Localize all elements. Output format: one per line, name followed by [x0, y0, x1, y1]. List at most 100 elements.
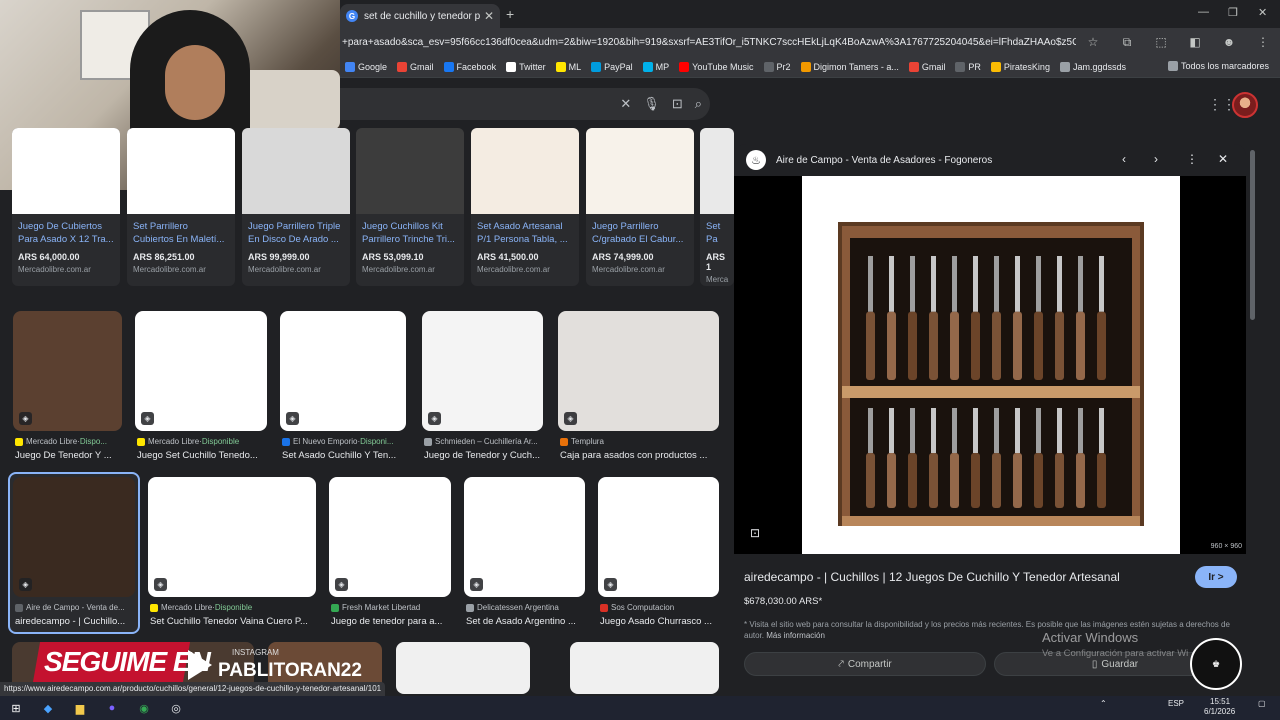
- product-card[interactable]: Set Asado Artesanal P/1 Persona Tabla, .…: [471, 128, 579, 286]
- copilot-icon[interactable]: ◆: [37, 699, 59, 717]
- url-text[interactable]: +para+asado&sca_esv=95f66cc136df0cea&udm…: [340, 37, 1076, 48]
- panel-header: ♨ Aire de Campo - Venta de Asadores - Fo…: [734, 144, 1246, 176]
- source-favicon-icon: [15, 437, 23, 446]
- result-thumbnail[interactable]: ◈: [135, 311, 267, 431]
- notification-icon[interactable]: ▢: [1258, 699, 1266, 708]
- obs-icon[interactable]: ◎: [165, 699, 187, 717]
- result-thumbnail[interactable]: ◈: [558, 311, 719, 431]
- result-thumbnail[interactable]: ◈: [422, 311, 543, 431]
- product-card[interactable]: Set Parrillero Cubiertos En Maletí... ARS…: [127, 128, 235, 286]
- prev-icon[interactable]: ‹: [1122, 152, 1126, 166]
- bookmark-item[interactable]: PR: [955, 61, 981, 72]
- clock-date[interactable]: 6/1/2026: [1204, 707, 1235, 716]
- cutlery-handle: [1076, 453, 1085, 508]
- result-title[interactable]: Juego De Tenedor Y ...: [15, 450, 134, 461]
- result-thumbnail[interactable]: ◈: [329, 477, 451, 597]
- share-button[interactable]: ⤤ Compartir: [744, 652, 986, 676]
- cutlery-blade: [868, 408, 873, 453]
- result-thumbnail[interactable]: ◈: [148, 477, 316, 597]
- new-tab-icon[interactable]: +: [506, 6, 514, 22]
- visit-button[interactable]: Ir >: [1195, 566, 1237, 588]
- bookmark-item[interactable]: Gmail: [908, 61, 945, 72]
- app-icon[interactable]: ●: [101, 699, 123, 717]
- avatar[interactable]: [1232, 92, 1258, 118]
- bookmark-item[interactable]: Google: [345, 61, 387, 72]
- result-thumbnail[interactable]: ◈: [13, 477, 135, 597]
- menu-icon[interactable]: ⋮: [1246, 35, 1280, 49]
- profile-icon[interactable]: ☻: [1212, 35, 1246, 49]
- close-tab-icon[interactable]: ✕: [484, 9, 494, 23]
- result-thumbnail[interactable]: [396, 642, 530, 694]
- result-title[interactable]: Juego de Tenedor y Cuch...: [424, 450, 555, 461]
- product-card[interactable]: Juego Parrillero Triple En Disco De Arad…: [242, 128, 350, 286]
- product-store: Mercadolibre.com.ar: [133, 265, 206, 274]
- maximize-icon[interactable]: ❐: [1228, 6, 1238, 19]
- result-title[interactable]: Set Asado Cuchillo Y Ten...: [282, 450, 418, 461]
- lens-icon[interactable]: ⊡: [672, 96, 683, 112]
- clock-time[interactable]: 15:51: [1210, 697, 1230, 706]
- result-thumbnail[interactable]: ◈: [598, 477, 719, 597]
- start-icon[interactable]: ⊞: [5, 699, 27, 717]
- panel-scrollbar[interactable]: [1250, 150, 1255, 320]
- bookmark-item[interactable]: PiratesKing: [990, 61, 1050, 72]
- streamer-logo-icon: ♚: [1190, 638, 1242, 690]
- extension-icon[interactable]: ◧: [1178, 35, 1212, 49]
- product-image: [586, 128, 694, 214]
- source-name: Mercado Libre: [148, 437, 200, 446]
- product-card[interactable]: Juego Parrillero C/grabado El Cabur... AR…: [586, 128, 694, 286]
- product-card[interactable]: Set Pa Asado ARS 1 Merca: [700, 128, 734, 286]
- more-options-icon[interactable]: ⋮: [1186, 152, 1198, 166]
- result-thumbnail[interactable]: ◈: [280, 311, 406, 431]
- bookmark-favicon-icon: [506, 61, 517, 72]
- close-window-icon[interactable]: ✕: [1258, 6, 1267, 19]
- browser-tab[interactable]: G set de cuchillo y tenedor para a ✕: [340, 4, 500, 28]
- result-title[interactable]: Caja para asados con productos ...: [560, 450, 731, 461]
- result-thumbnail[interactable]: ◈: [464, 477, 585, 597]
- result-title[interactable]: Juego Set Cuchillo Tenedo...: [137, 450, 279, 461]
- translate-icon[interactable]: ⬚: [1144, 35, 1178, 49]
- cutlery-handle: [866, 311, 875, 380]
- bookmark-item[interactable]: Facebook: [443, 61, 496, 72]
- mic-icon[interactable]: 🎙: [643, 96, 660, 112]
- more-info-link[interactable]: Más información: [766, 631, 825, 640]
- result-title[interactable]: Juego Asado Churrasco ...: [600, 616, 731, 627]
- bookmark-item[interactable]: PayPal: [591, 61, 633, 72]
- clear-icon[interactable]: ✕: [620, 96, 631, 112]
- close-panel-icon[interactable]: ✕: [1218, 152, 1228, 166]
- bookmark-item[interactable]: ML: [555, 61, 581, 72]
- file-explorer-icon[interactable]: ▆: [69, 699, 91, 717]
- search-input[interactable]: ✕ 🎙 ⊡ ⌕: [340, 88, 710, 120]
- bookmark-label: PiratesKing: [1003, 61, 1050, 72]
- bookmark-item[interactable]: YouTube Music: [679, 61, 754, 72]
- next-icon[interactable]: ›: [1154, 152, 1158, 166]
- bookmark-item[interactable]: Twitter: [506, 61, 546, 72]
- tray-chevron-icon[interactable]: ⌃: [1100, 699, 1107, 708]
- result-thumbnail[interactable]: ◈: [13, 311, 122, 431]
- minimize-icon[interactable]: —: [1198, 6, 1209, 18]
- bookmark-label: Pr2: [776, 61, 791, 72]
- result-title[interactable]: Juego de tenedor para a...: [331, 616, 463, 627]
- product-card[interactable]: Juego De Cubiertos Para Asado X 12 Tra..…: [12, 128, 120, 286]
- bookmark-item[interactable]: Jam.ggdssds: [1059, 61, 1126, 72]
- all-bookmarks-button[interactable]: Todos los marcadores: [1167, 61, 1269, 71]
- bookmark-star-icon[interactable]: ☆: [1076, 35, 1110, 49]
- cutlery-blade: [1057, 408, 1062, 453]
- chrome-icon[interactable]: ◉: [133, 699, 155, 717]
- preview-image[interactable]: 960 × 960 ⊡: [734, 176, 1246, 554]
- cutlery-handle: [1034, 453, 1043, 508]
- search-icon[interactable]: ⌕: [695, 96, 702, 112]
- bookmark-item[interactable]: Pr2: [763, 61, 791, 72]
- bookmark-item[interactable]: Digimon Tamers - a...: [800, 61, 899, 72]
- extensions-icon[interactable]: ⧉: [1110, 35, 1144, 50]
- panel-site-name[interactable]: Aire de Campo - Venta de Asadores - Fogo…: [776, 155, 992, 166]
- result-title[interactable]: Set de Asado Argentino ...: [466, 616, 597, 627]
- bookmark-item[interactable]: MP: [642, 61, 669, 72]
- preview-title[interactable]: airedecampo - | Cuchillos | 12 Juegos De…: [744, 570, 1184, 584]
- product-card[interactable]: Juego Cuchillos Kit Parrillero Trinche T…: [356, 128, 464, 286]
- result-title[interactable]: Set Cuchillo Tenedor Vaina Cuero P...: [150, 616, 328, 627]
- lens-search-icon[interactable]: ⊡: [750, 526, 760, 540]
- language-indicator[interactable]: ESP: [1168, 699, 1184, 708]
- result-title[interactable]: airedecampo - | Cuchillo...: [15, 616, 147, 627]
- bookmark-item[interactable]: Gmail: [397, 61, 434, 72]
- result-thumbnail[interactable]: [570, 642, 719, 694]
